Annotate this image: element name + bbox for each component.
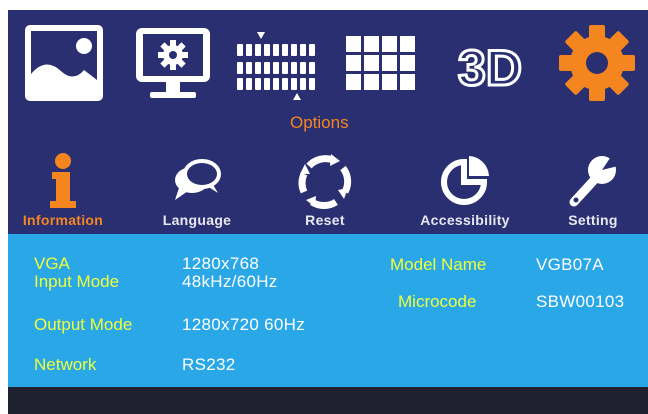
display-settings-icon[interactable] bbox=[132, 22, 214, 104]
microcode-label: Microcode bbox=[398, 292, 477, 311]
information-icon bbox=[50, 153, 76, 208]
accessibility-icon bbox=[441, 156, 489, 205]
model-name-value: VGB07A bbox=[536, 255, 604, 274]
sub-item-information[interactable]: Information bbox=[8, 148, 118, 232]
network-value: RS232 bbox=[182, 355, 236, 374]
sub-item-label: Information bbox=[22, 212, 104, 228]
model-name-label: Model Name bbox=[390, 255, 487, 274]
grid-icon[interactable] bbox=[342, 22, 422, 104]
language-icon bbox=[175, 159, 221, 200]
sub-menu: Information Language Reset Accessibility… bbox=[8, 138, 648, 234]
3d-text: 3D bbox=[458, 40, 522, 96]
setting-icon bbox=[569, 156, 618, 207]
network-label: Network bbox=[34, 355, 97, 374]
sub-item-accessibility[interactable]: Accessibility bbox=[410, 148, 520, 232]
sub-item-label: Setting bbox=[568, 212, 618, 228]
options-icon[interactable] bbox=[234, 22, 320, 104]
osd-menu: Options 3D Information Language Reset Ac… bbox=[8, 10, 648, 414]
sub-item-reset[interactable]: Reset bbox=[270, 148, 380, 232]
top-menu: Options 3D bbox=[8, 10, 648, 138]
input-mode-label: Input Mode bbox=[34, 272, 120, 291]
sub-item-label: Reset bbox=[305, 212, 345, 228]
input-mode-value: 48kHz/60Hz bbox=[182, 272, 278, 291]
microcode-value: SBW00103 bbox=[536, 292, 625, 311]
3d-icon[interactable]: 3D bbox=[442, 22, 538, 104]
output-mode-value: 1280x720 60Hz bbox=[182, 315, 305, 334]
picture-icon[interactable] bbox=[22, 22, 106, 104]
sub-item-label: Language bbox=[162, 212, 232, 228]
reset-icon bbox=[298, 154, 352, 209]
gear-icon[interactable] bbox=[554, 22, 640, 104]
sub-item-label: Accessibility bbox=[420, 212, 510, 228]
information-panel: VGA 1280x768 Input Mode 48kHz/60Hz Outpu… bbox=[8, 234, 648, 387]
output-mode-label: Output Mode bbox=[34, 315, 133, 334]
bottom-bar bbox=[8, 387, 648, 414]
sub-item-language[interactable]: Language bbox=[142, 148, 252, 232]
source-label: VGA bbox=[34, 254, 70, 273]
options-label: Options bbox=[290, 113, 349, 132]
source-value: 1280x768 bbox=[182, 254, 260, 273]
sub-item-setting[interactable]: Setting bbox=[538, 148, 648, 232]
